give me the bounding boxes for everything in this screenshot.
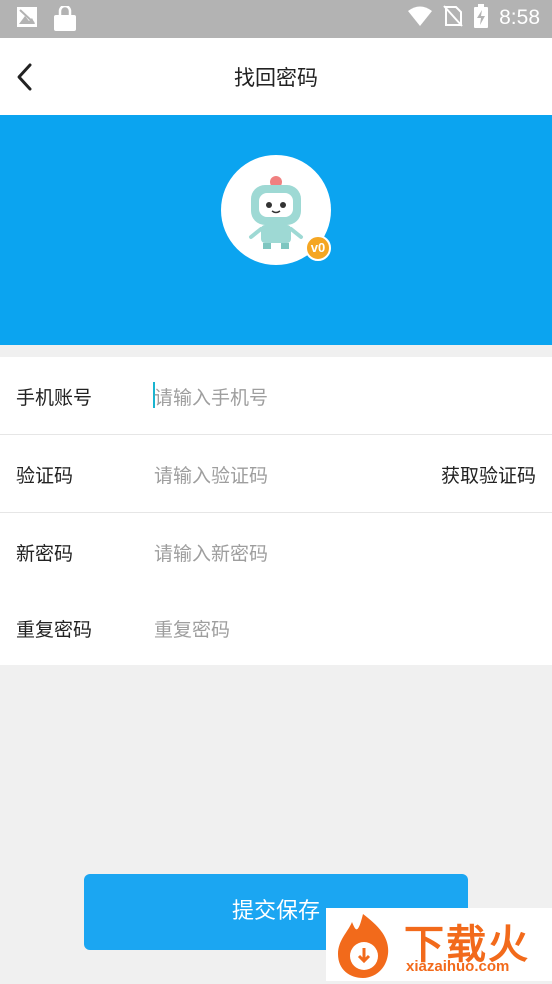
wifi-icon <box>407 5 433 31</box>
image-icon <box>16 6 38 36</box>
new-password-row: 新密码 请输入新密码 <box>0 513 552 590</box>
avatar: v0 <box>221 155 333 267</box>
battery-charging-icon <box>473 4 489 32</box>
repeat-password-label: 重复密码 <box>16 619 93 641</box>
header: 找回密码 <box>0 38 552 115</box>
page-title: 找回密码 <box>234 66 318 90</box>
profile-banner: v0 <box>0 115 552 345</box>
watermark-url: xiazaihuo.com <box>406 958 510 975</box>
new-password-input[interactable]: 请输入新密码 <box>154 539 268 566</box>
code-label: 验证码 <box>16 465 74 487</box>
code-row: 验证码 请输入验证码 获取验证码 <box>0 435 552 512</box>
code-input[interactable]: 请输入验证码 <box>154 461 268 488</box>
reset-password-form: 手机账号 请输入手机号 验证码 请输入验证码 获取验证码 新密码 请输入新密码 … <box>0 357 552 665</box>
status-time: 8:58 <box>499 6 540 29</box>
status-bar: 8:58 <box>0 0 552 38</box>
new-password-label: 新密码 <box>16 543 74 565</box>
repeat-password-row: 重复密码 重复密码 <box>0 589 552 666</box>
shopping-bag-icon <box>52 4 78 36</box>
flame-logo-icon <box>328 910 398 980</box>
phone-row: 手机账号 请输入手机号 <box>0 357 552 434</box>
get-code-button[interactable]: 获取验证码 <box>441 461 536 488</box>
level-badge: v0 <box>305 235 331 261</box>
phone-input[interactable]: 请输入手机号 <box>154 383 268 410</box>
repeat-password-input[interactable]: 重复密码 <box>154 615 230 642</box>
watermark-logo: 下载火 xiazaihuo.com <box>326 908 552 981</box>
phone-label: 手机账号 <box>16 387 93 409</box>
no-sim-icon <box>443 5 463 31</box>
